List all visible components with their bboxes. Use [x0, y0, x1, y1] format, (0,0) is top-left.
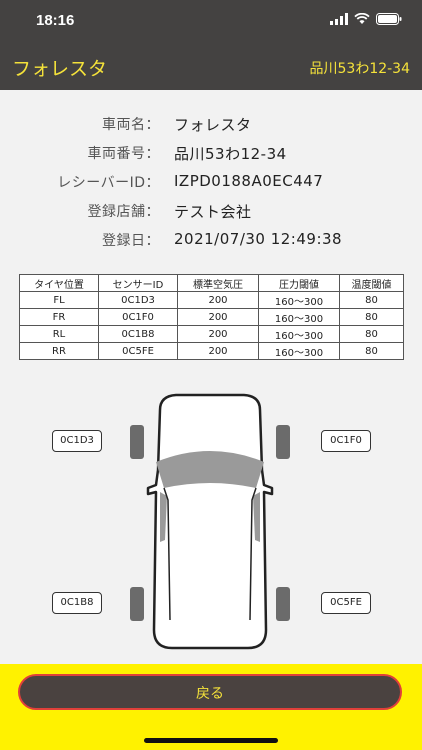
status-time: 18:16	[36, 12, 75, 29]
table-row: RR 0C5FE 200 160～300 80	[19, 342, 404, 360]
status-bar: 18:16	[0, 0, 422, 44]
sensor-tag-rl[interactable]: 0C1B8	[52, 592, 102, 614]
info-value: IZPD0188A0EC447	[174, 172, 324, 190]
info-row-date: 登録日： 2021/07/30 12:49:38	[0, 230, 422, 254]
col-header: 標準空気圧	[177, 274, 259, 292]
info-value: フォレスタ	[174, 116, 252, 134]
table-row: FR 0C1F0 200 160～300 80	[19, 308, 404, 326]
table-cell: RL	[19, 325, 99, 343]
info-value: テスト会社	[174, 203, 252, 221]
info-row-name: 車両名： フォレスタ	[0, 114, 422, 138]
table-cell: 0C1B8	[98, 325, 178, 343]
table-cell: 160～300	[258, 291, 340, 309]
sensor-tag-fl[interactable]: 0C1D3	[52, 430, 102, 452]
col-header: 圧力閾値	[258, 274, 340, 292]
page-title: フォレスタ	[12, 58, 108, 80]
wifi-icon	[354, 13, 370, 24]
sensor-tag-rr[interactable]: 0C5FE	[321, 592, 371, 614]
table-cell: 80	[339, 325, 404, 343]
table-cell: FR	[19, 308, 99, 326]
table-cell: FL	[19, 291, 99, 309]
table-cell: 80	[339, 308, 404, 326]
home-indicator[interactable]	[144, 738, 278, 743]
signal-icon	[330, 13, 348, 25]
info-label: 車両番号：	[87, 146, 160, 162]
info-label: 登録店舗：	[87, 204, 160, 220]
table-cell: 160～300	[258, 325, 340, 343]
info-value: 2021/07/30 12:49:38	[174, 230, 343, 248]
table-cell: 200	[177, 342, 259, 360]
table-cell: 200	[177, 325, 259, 343]
table-cell: 0C1D3	[98, 291, 178, 309]
table-header-row: タイヤ位置 センサーID 標準空気圧 圧力閾値 温度閾値	[19, 274, 404, 292]
table-cell: 0C5FE	[98, 342, 178, 360]
info-row-store: 登録店舗： テスト会社	[0, 201, 422, 225]
table-row: RL 0C1B8 200 160～300 80	[19, 325, 404, 343]
table-cell: 200	[177, 308, 259, 326]
battery-icon	[376, 13, 402, 25]
table-cell: 80	[339, 342, 404, 360]
info-row-number: 車両番号： 品川53わ12-34	[0, 143, 422, 167]
car-top-view-icon	[130, 393, 290, 650]
info-label: 登録日：	[102, 233, 160, 249]
table-cell: 160～300	[258, 342, 340, 360]
col-header: センサーID	[98, 274, 178, 292]
status-icons	[330, 13, 402, 25]
table-cell: 0C1F0	[98, 308, 178, 326]
col-header: タイヤ位置	[19, 274, 99, 292]
table-cell: 80	[339, 291, 404, 309]
col-header: 温度閾値	[339, 274, 404, 292]
nav-bar: フォレスタ 品川53わ12-34	[0, 44, 422, 90]
table-cell: 200	[177, 291, 259, 309]
tire-table: タイヤ位置 センサーID 標準空気圧 圧力閾値 温度閾値 FL 0C1D3 20…	[19, 274, 404, 360]
table-cell: RR	[19, 342, 99, 360]
plate-number: 品川53わ12-34	[309, 61, 411, 77]
info-label: 車両名：	[102, 117, 160, 133]
table-cell: 160～300	[258, 308, 340, 326]
info-value: 品川53わ12-34	[174, 145, 287, 163]
info-label: レシーバーID：	[57, 175, 160, 191]
sensor-tag-fr[interactable]: 0C1F0	[321, 430, 371, 452]
info-row-receiver: レシーバーID： IZPD0188A0EC447	[0, 172, 422, 196]
back-button[interactable]: 戻る	[18, 674, 402, 710]
table-row: FL 0C1D3 200 160～300 80	[19, 291, 404, 309]
